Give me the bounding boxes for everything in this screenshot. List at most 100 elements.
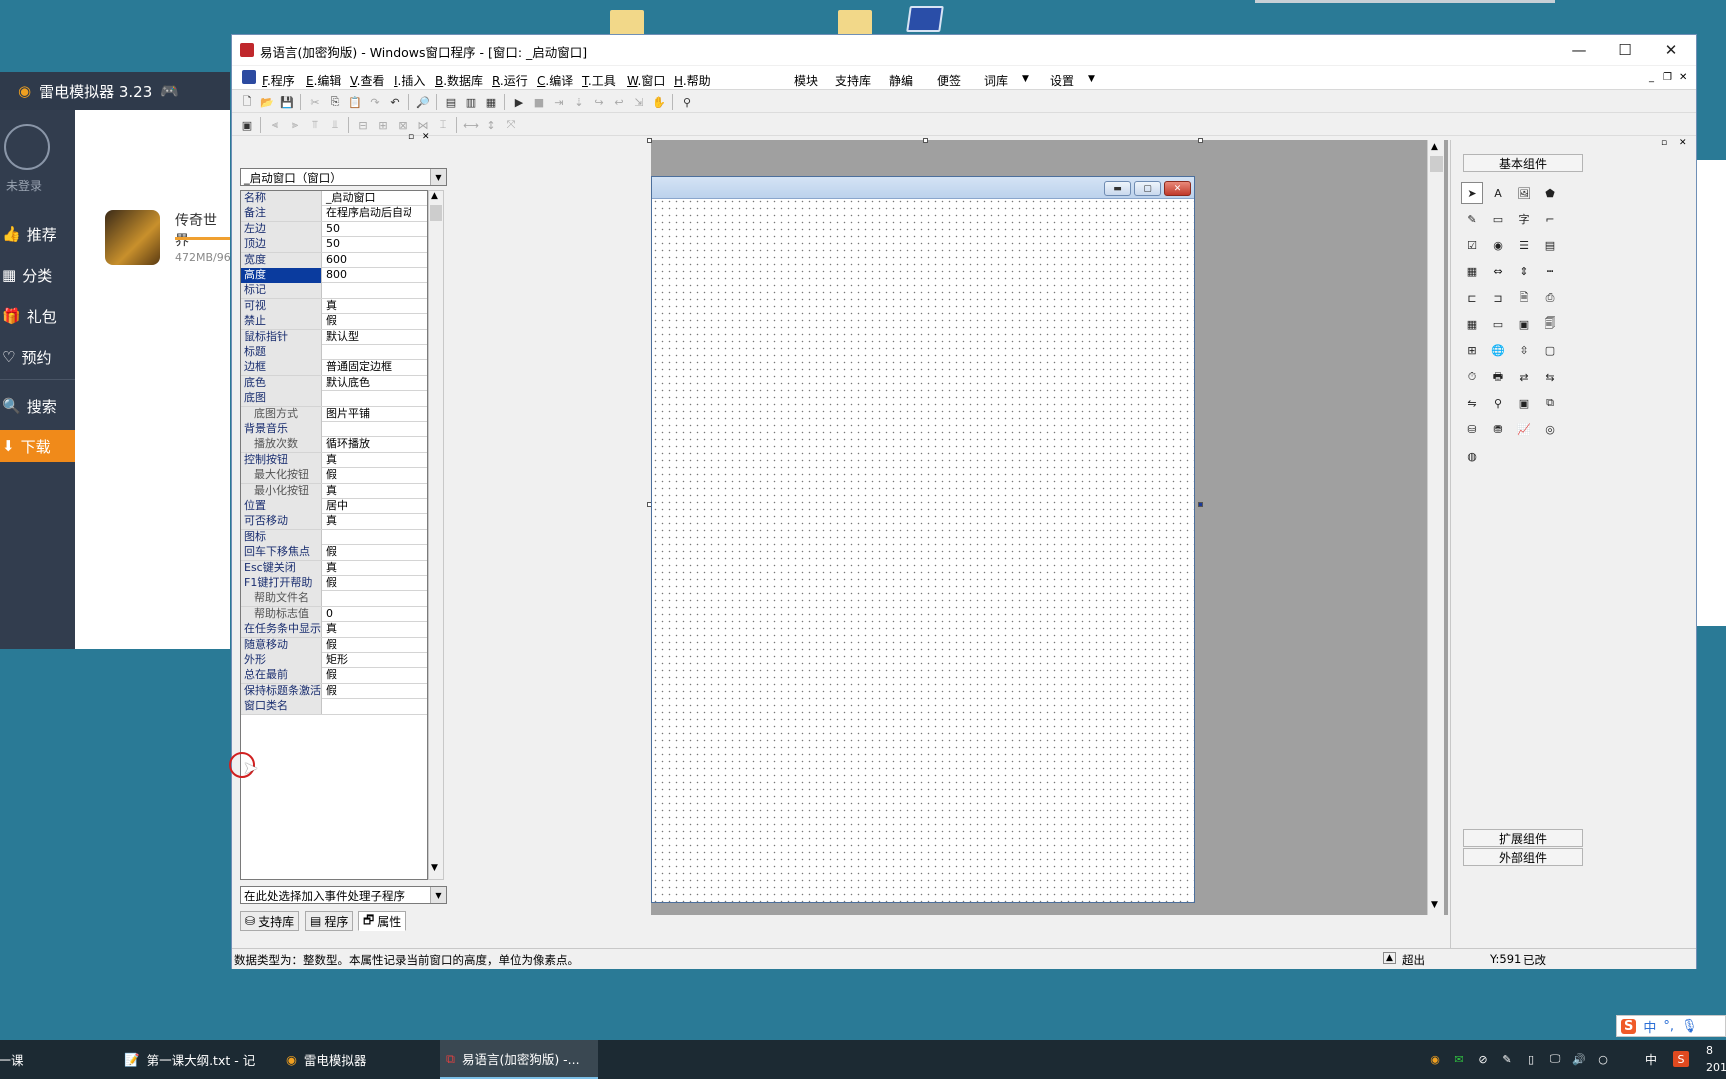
property-value[interactable] xyxy=(324,391,411,406)
edit-icon[interactable]: ✎ xyxy=(1461,208,1483,230)
tab-program[interactable]: ▤ 程序 xyxy=(305,911,354,931)
mdi-close-icon[interactable]: ✕ xyxy=(1679,72,1687,83)
property-name[interactable]: 帮助标志值 xyxy=(241,606,322,622)
align-top-icon[interactable]: ⫪ xyxy=(306,116,324,134)
stop-icon[interactable]: ■ xyxy=(530,93,548,111)
settings-dropdown-icon[interactable]: ▼ xyxy=(1088,74,1095,84)
copy-icon[interactable]: ⎘ xyxy=(326,93,344,111)
dir-icon[interactable]: ▣ xyxy=(1513,314,1535,336)
property-value[interactable] xyxy=(324,530,411,545)
align-left-icon[interactable]: ⫷ xyxy=(266,116,284,134)
property-row[interactable]: 图标 xyxy=(241,529,427,546)
globe-icon[interactable]: 🌐 xyxy=(1487,340,1509,362)
mdi-restore-icon[interactable]: ❐ xyxy=(1663,72,1672,83)
property-value[interactable]: 普通固定边框 xyxy=(324,360,411,375)
property-row[interactable]: 随意移动假 xyxy=(241,637,427,653)
tray-battery-icon[interactable]: ▯ xyxy=(1523,1051,1539,1067)
property-name[interactable]: 最大化按钮 xyxy=(241,468,322,484)
paste-icon[interactable]: 📋 xyxy=(346,93,364,111)
calendar-icon[interactable]: ▦ xyxy=(1461,314,1483,336)
property-row[interactable]: 播放次数 循环播放 xyxy=(241,437,427,453)
property-value[interactable]: 矩形 xyxy=(324,653,411,668)
property-value[interactable]: 真 xyxy=(324,561,411,576)
panel-close-icon[interactable]: ✕ xyxy=(422,132,430,142)
property-value[interactable]: 假 xyxy=(324,668,411,683)
property-row[interactable]: 名称 _启动窗口 xyxy=(241,191,427,207)
panel-pin-icon[interactable]: ▫ xyxy=(1661,138,1667,148)
ime-punct-icon[interactable]: °, xyxy=(1663,1019,1674,1034)
redo-icon[interactable]: ↷ xyxy=(366,93,384,111)
property-row[interactable]: 帮助文件名 xyxy=(241,591,427,607)
window-icon[interactable]: ▢ xyxy=(1539,340,1561,362)
task-notepad[interactable]: 📝 第一课大纲.txt - 记 xyxy=(118,1040,278,1079)
menu-compile[interactable]: C.编译 xyxy=(537,72,573,89)
chevron-down-icon[interactable]: ▼ xyxy=(430,887,446,903)
nav-category[interactable]: ▦ 分类 xyxy=(0,259,75,291)
tab-properties[interactable]: 🗗 属性 xyxy=(358,911,407,931)
grid-icon[interactable]: ▦ xyxy=(1461,261,1483,283)
designer-scrollbar[interactable]: ▲ ▼ xyxy=(1427,140,1444,915)
property-value[interactable]: 默认型 xyxy=(324,330,411,345)
form-maximize-icon[interactable]: ▢ xyxy=(1134,181,1161,196)
property-name[interactable]: 底图方式 xyxy=(241,406,322,422)
vscroll-icon[interactable]: ⇕ xyxy=(1513,261,1535,283)
form-close-icon[interactable]: ✕ xyxy=(1164,181,1191,196)
run-cursor-icon[interactable]: ⇲ xyxy=(630,93,648,111)
net-icon[interactable]: ⇄ xyxy=(1513,366,1535,388)
property-name[interactable]: 帮助文件名 xyxy=(241,591,322,607)
clock-date[interactable]: 201 xyxy=(1706,1061,1726,1074)
property-row[interactable]: Esc键关闭真 xyxy=(241,560,427,576)
property-value[interactable]: 在程序启动后自动 xyxy=(324,206,411,221)
property-row[interactable]: 底色 默认底色 xyxy=(241,375,427,392)
same-height-icon[interactable]: ⌶ xyxy=(434,116,452,134)
property-row[interactable]: 可视真 xyxy=(241,298,427,315)
property-value[interactable]: 真 xyxy=(324,299,411,314)
property-row[interactable]: 标记 xyxy=(241,283,427,299)
menu-help[interactable]: H.帮助 xyxy=(674,72,711,89)
odbc2-icon[interactable]: ◍ xyxy=(1461,445,1483,467)
mdi-minimize-icon[interactable]: _ xyxy=(1649,72,1654,83)
maximize-button[interactable]: ☐ xyxy=(1602,35,1648,65)
task-ide[interactable]: ⧉ 易语言(加密狗版) -... xyxy=(440,1040,598,1079)
property-name[interactable]: 控制按钮 xyxy=(241,452,322,468)
property-value[interactable] xyxy=(324,345,411,360)
property-name[interactable]: 底图 xyxy=(241,391,322,407)
tray-circle-icon[interactable]: ○ xyxy=(1595,1051,1611,1067)
cut-icon[interactable]: ✂ xyxy=(306,93,324,111)
property-row[interactable]: 在任务条中显示真 xyxy=(241,622,427,638)
tray-emulator-icon[interactable]: ◉ xyxy=(1427,1051,1443,1067)
scroll-up-icon[interactable]: ▲ xyxy=(1431,142,1438,152)
property-name[interactable]: 在任务条中显示 xyxy=(241,622,322,638)
ime-mic-icon[interactable]: 🎙 xyxy=(1681,1019,1698,1034)
panel-close-icon[interactable]: ✕ xyxy=(1679,138,1687,148)
center-v-icon[interactable]: ⊞ xyxy=(374,116,392,134)
property-row[interactable]: 备注 在程序启动后自动 xyxy=(241,206,427,222)
save-icon[interactable]: 💾 xyxy=(278,93,296,111)
property-row[interactable]: 位置 居中 xyxy=(241,499,427,515)
tray-network-icon[interactable]: ⊘ xyxy=(1475,1051,1491,1067)
property-value[interactable]: 假 xyxy=(324,684,411,699)
property-name[interactable]: 保持标题条激活 xyxy=(241,683,322,699)
property-value[interactable]: 800 xyxy=(324,268,411,283)
net2-icon[interactable]: ⇆ xyxy=(1539,366,1561,388)
tray-ime[interactable]: 中 xyxy=(1643,1051,1659,1067)
tray-pen-icon[interactable]: ✎ xyxy=(1499,1051,1515,1067)
radio-icon[interactable]: ◉ xyxy=(1487,235,1509,257)
same-both-icon[interactable]: ⤧ xyxy=(502,116,520,134)
menu-edit[interactable]: E.编辑 xyxy=(306,72,341,89)
pointer-icon[interactable]: ➤ xyxy=(1461,182,1483,204)
text-icon[interactable]: 字 xyxy=(1513,208,1535,230)
property-name[interactable]: 可否移动 xyxy=(241,514,322,530)
tab-icon[interactable]: ⊏ xyxy=(1461,287,1483,309)
desktop-folder-icon[interactable] xyxy=(610,10,644,36)
property-name[interactable]: 总在最前 xyxy=(241,668,322,684)
property-name[interactable]: 播放次数 xyxy=(241,437,322,453)
scroll-thumb[interactable] xyxy=(1430,156,1443,172)
nav-gift[interactable]: 🎁 礼包 xyxy=(0,300,75,332)
property-value[interactable] xyxy=(324,283,411,298)
property-value[interactable]: _启动窗口 xyxy=(324,191,411,206)
property-value[interactable]: 真 xyxy=(324,514,411,529)
login-status[interactable]: 未登录 xyxy=(6,177,42,194)
pipe-icon[interactable]: ⚲ xyxy=(1487,392,1509,414)
new-file-icon[interactable]: 🗋 xyxy=(238,93,256,111)
